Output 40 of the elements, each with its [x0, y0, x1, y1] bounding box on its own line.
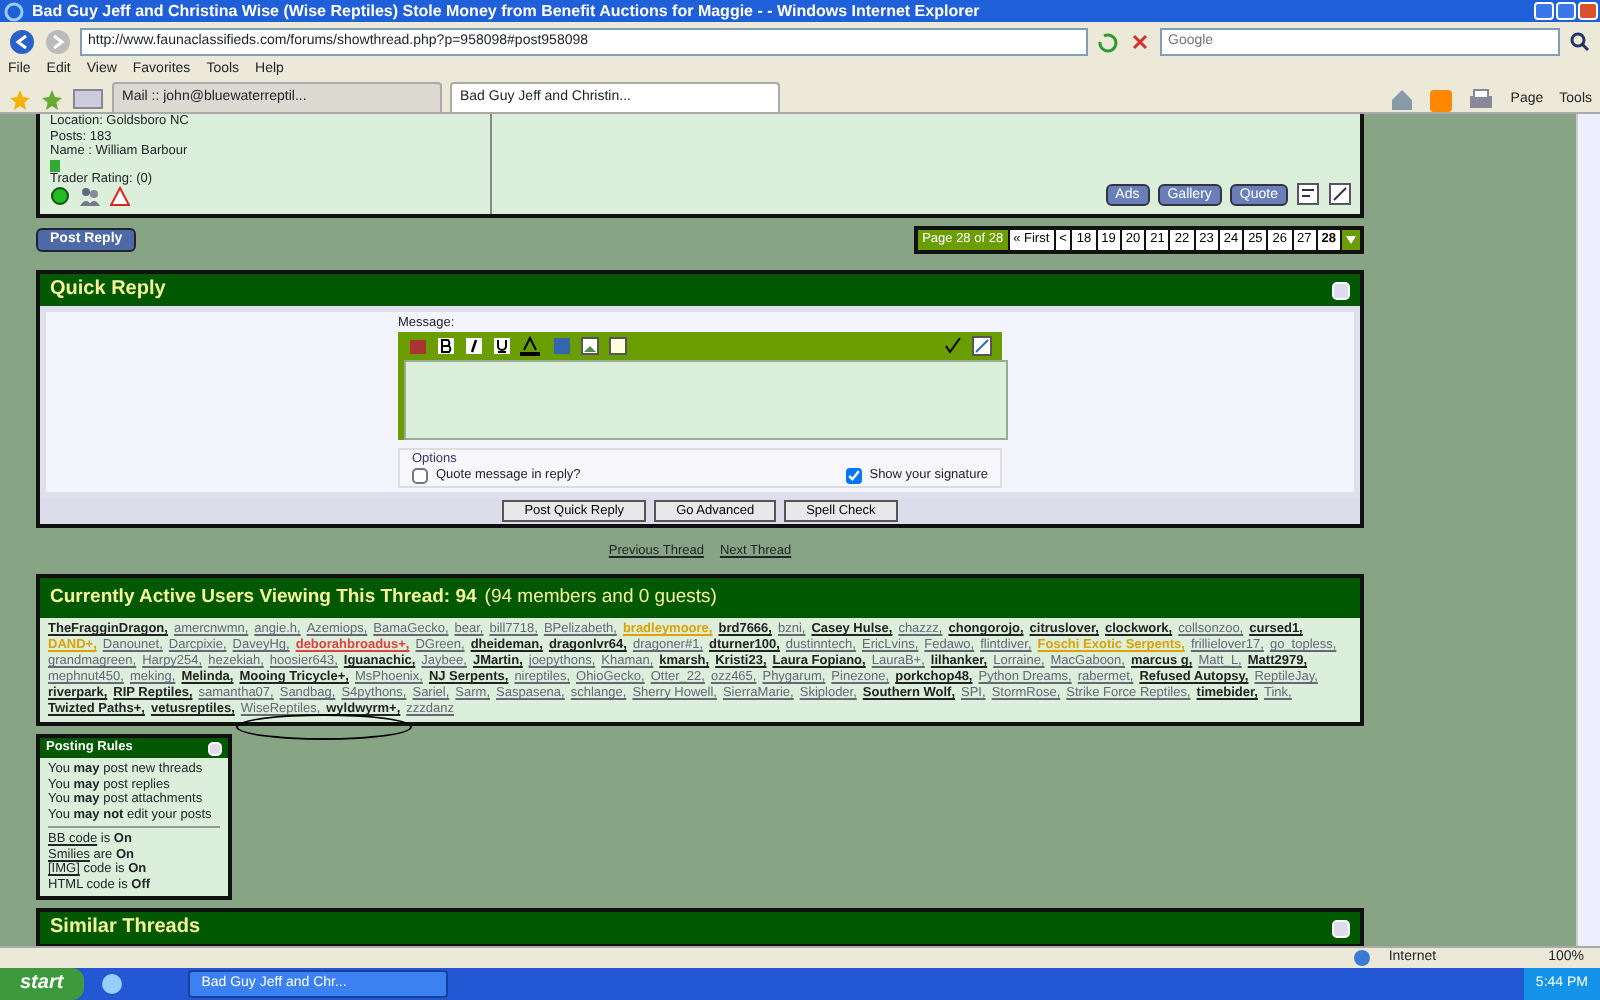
minimize-button[interactable]: [1534, 2, 1554, 20]
image-icon[interactable]: [580, 335, 600, 356]
add-favorite-icon[interactable]: [40, 88, 64, 112]
back-icon[interactable]: [8, 27, 36, 55]
refresh-icon[interactable]: [1096, 29, 1120, 53]
people-icon[interactable]: [78, 186, 102, 206]
stop-icon[interactable]: [1128, 29, 1152, 53]
member-count: (94 members and 0 guests): [484, 586, 717, 611]
home-icon[interactable]: [1390, 88, 1415, 112]
checkbox[interactable]: [412, 467, 428, 484]
text-color-icon[interactable]: [520, 335, 544, 356]
collapse-icon[interactable]: [1332, 919, 1350, 938]
favorites-star-icon[interactable]: [8, 88, 32, 112]
close-button[interactable]: [1578, 2, 1598, 20]
report-icon[interactable]: [1296, 182, 1320, 206]
warning-icon[interactable]: [110, 186, 130, 206]
printer-icon[interactable]: [1468, 88, 1495, 112]
window-title: Bad Guy Jeff and Christina Wise (Wise Reptiles) Stole Money from Benefit Auctions for Maggie - - Windows Internet Explorer: [32, 0, 980, 22]
edit-icon[interactable]: [1328, 182, 1352, 206]
search-icon[interactable]: [1568, 29, 1592, 53]
browser-logo-icon: [4, 1, 24, 21]
collapse-icon[interactable]: [1332, 281, 1350, 299]
italic-icon[interactable]: [464, 335, 484, 356]
globe-icon: [1352, 948, 1373, 968]
maximize-button[interactable]: [1556, 2, 1576, 20]
section-title: Quick Reply: [50, 278, 166, 302]
online-icon: [50, 186, 70, 206]
underline-icon[interactable]: [492, 335, 512, 356]
dropdown-icon[interactable]: [1342, 230, 1360, 250]
section-title: Currently Active Users Viewing This Thread: 94: [50, 586, 477, 611]
bold-icon[interactable]: [436, 335, 456, 356]
resize-icon[interactable]: [972, 335, 992, 356]
message-field[interactable]: [404, 359, 1008, 440]
checkbox[interactable]: [845, 467, 862, 484]
quick-launch-icon[interactable]: [99, 972, 124, 996]
section-title: Similar Threads: [50, 916, 201, 941]
collapse-icon[interactable]: [208, 741, 222, 756]
start-button[interactable]: start: [0, 968, 84, 1000]
scrollbar[interactable]: [1576, 114, 1600, 946]
spellcheck-icon[interactable]: [944, 335, 964, 356]
